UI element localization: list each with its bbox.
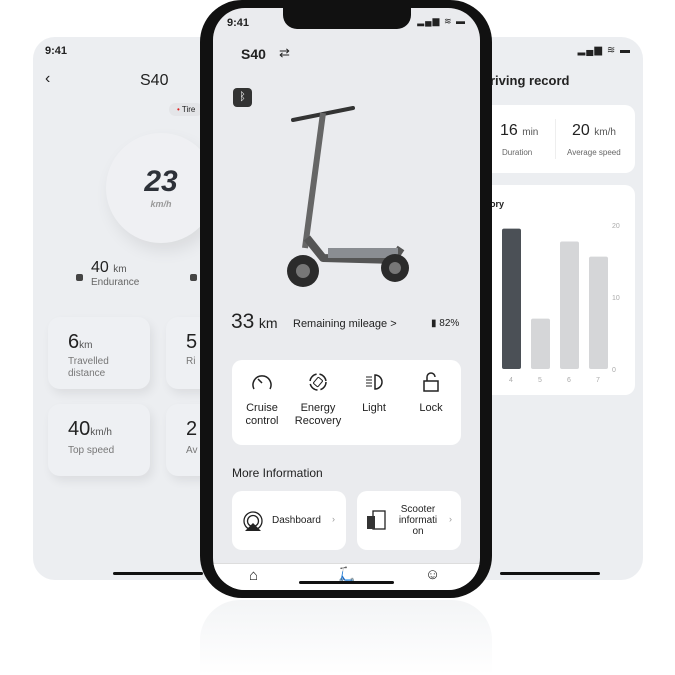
history-chart-card: ory 0 10 20 4 5 6 7 bbox=[480, 185, 635, 395]
switch-scooter-icon[interactable]: ⇄ bbox=[279, 45, 290, 61]
tile-travelled-distance: 6km Travelled distance bbox=[48, 317, 150, 389]
x-tick-label: 6 bbox=[567, 377, 571, 384]
screen-title: riving record bbox=[490, 73, 570, 88]
scooter-model-title: S40 bbox=[241, 46, 266, 62]
x-tick-label: 5 bbox=[538, 377, 542, 384]
phone-frame: 9:41 ▂▄▆ ≋ ▬ S40 ⇄ ᛒ 33 km Remaining mil… bbox=[200, 0, 492, 598]
history-bar-chart: 0 10 20 4 5 6 7 bbox=[502, 223, 620, 384]
bluetooth-icon[interactable]: ᛒ bbox=[233, 88, 252, 107]
tile-top-speed: 40km/h Top speed bbox=[48, 404, 150, 476]
home-indicator bbox=[500, 572, 600, 575]
bar-7[interactable] bbox=[589, 256, 608, 369]
endurance-dot bbox=[76, 274, 83, 281]
y-tick-label: 0 bbox=[612, 367, 616, 374]
speedometer-icon bbox=[252, 375, 272, 390]
tire-badge[interactable]: • Tire bbox=[169, 103, 204, 116]
status-icons: ▂▄▆ ≋ ▬ bbox=[577, 45, 631, 56]
battery-icon: ▮ bbox=[431, 318, 437, 329]
dashboard-button[interactable]: Dashboard › bbox=[232, 491, 346, 550]
record-summary-card: 16 min Duration 20 km/h Average speed bbox=[480, 105, 635, 173]
controls-card: Cruise control Energy Recovery Light Loc… bbox=[232, 360, 461, 445]
scooter-image bbox=[287, 106, 409, 287]
y-tick-label: 20 bbox=[612, 223, 620, 230]
y-tick-label: 10 bbox=[612, 295, 620, 302]
status-time: 9:41 bbox=[45, 45, 68, 57]
store-icon[interactable]: ⌂ bbox=[249, 567, 258, 584]
remaining-mileage-link[interactable]: Remaining mileage > bbox=[293, 318, 397, 330]
back-icon[interactable]: ‹ bbox=[45, 70, 50, 88]
home-indicator bbox=[299, 581, 394, 584]
energy-recovery-button[interactable]: Energy Recovery bbox=[288, 372, 348, 428]
more-information-heading: More Information bbox=[232, 466, 323, 480]
endurance-stat: 40 km Endurance bbox=[91, 259, 140, 288]
screen-title: S40 bbox=[140, 72, 169, 89]
battery-level: ▮ 82% bbox=[431, 318, 460, 329]
phone-reflection bbox=[200, 600, 492, 675]
x-tick-label: 4 bbox=[509, 377, 513, 384]
energy-recovery-icon bbox=[309, 373, 327, 391]
main-screen: 9:41 ▂▄▆ ≋ ▬ S40 ⇄ ᛒ 33 km Remaining mil… bbox=[213, 8, 480, 590]
home-indicator bbox=[113, 572, 203, 575]
status-icons: ▂▄▆ ≋ ▬ bbox=[417, 16, 466, 26]
cruise-control-button[interactable]: Cruise control bbox=[232, 372, 292, 428]
unlock-icon bbox=[423, 372, 439, 392]
bar-6[interactable] bbox=[560, 241, 579, 369]
dashboard-icon bbox=[243, 511, 263, 531]
bottom-nav: ⌂ 🛴 ☺ bbox=[213, 563, 480, 590]
bar-4[interactable] bbox=[502, 228, 521, 369]
bar-5[interactable] bbox=[531, 318, 550, 369]
chevron-right-icon: › bbox=[332, 514, 335, 524]
headlight-icon bbox=[366, 374, 383, 390]
light-button[interactable]: Light bbox=[344, 374, 404, 415]
remaining-mileage: 33 km bbox=[231, 310, 278, 333]
status-time: 9:41 bbox=[227, 17, 250, 29]
stat-dot bbox=[190, 274, 197, 281]
scooter-info-icon bbox=[367, 510, 386, 530]
profile-icon[interactable]: ☺ bbox=[425, 566, 440, 583]
x-tick-label: 7 bbox=[596, 377, 600, 384]
lock-button[interactable]: Lock bbox=[401, 372, 461, 415]
scooter-information-button[interactable]: Scooter informati on › bbox=[357, 491, 461, 550]
chevron-right-icon: › bbox=[449, 514, 452, 524]
